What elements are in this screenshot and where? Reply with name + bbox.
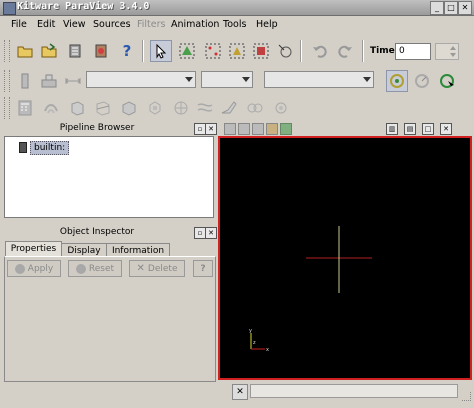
reset-icon (75, 263, 86, 274)
delete-icon: ✕ (136, 263, 145, 274)
help-button[interactable]: ? (193, 260, 213, 277)
toolbar-grip[interactable] (4, 40, 10, 62)
component-dropdown[interactable] (201, 71, 253, 88)
camera-view-icon[interactable] (238, 123, 250, 135)
extract-level-icon[interactable] (270, 97, 292, 119)
pipeline-browser-title: Pipeline Browser (59, 123, 135, 133)
menu-edit[interactable]: Edit (37, 19, 55, 30)
redo-icon[interactable] (334, 40, 356, 62)
menu-help[interactable]: Help (256, 19, 278, 30)
contour-filter-icon[interactable] (40, 97, 62, 119)
menu-animation[interactable]: Animation (171, 19, 219, 30)
menu-sources[interactable]: Sources (93, 19, 131, 30)
select-cells-on-icon[interactable] (176, 40, 198, 62)
pipeline-tree[interactable]: builtin: (4, 136, 214, 218)
toolbar-separator (300, 40, 302, 62)
close-panel-icon[interactable]: ✕ (205, 227, 217, 239)
close-panel-icon[interactable]: ✕ (205, 123, 217, 135)
time-value: 0 (399, 46, 405, 56)
slice-filter-icon[interactable] (92, 97, 114, 119)
menu-view[interactable]: View (63, 19, 86, 30)
close-button[interactable]: ✕ (458, 1, 472, 15)
apply-button[interactable]: Apply (7, 260, 61, 277)
select-cells-through-icon[interactable] (226, 40, 248, 62)
maximize-button[interactable]: □ (444, 1, 458, 15)
app-icon (3, 2, 16, 15)
rescale-range-icon[interactable] (62, 70, 84, 92)
load-state-icon[interactable] (64, 40, 86, 62)
render-canvas: y x z (249, 226, 372, 353)
warp-vector-icon[interactable] (218, 97, 240, 119)
open-file-icon[interactable] (14, 40, 36, 62)
undo-icon[interactable] (309, 40, 331, 62)
reset-button[interactable]: Reset (68, 260, 122, 277)
main-toolbar: ? Time: 0 (0, 36, 474, 66)
display-toolbar (0, 66, 474, 96)
color-map-editor-icon[interactable] (38, 70, 60, 92)
close-view-icon[interactable]: ✕ (440, 123, 452, 135)
render-view[interactable]: y x z (218, 136, 472, 380)
window-title-bar[interactable]: Kitware ParaView 3.4.0 _ □ ✕ (0, 0, 474, 16)
color-by-dropdown[interactable] (86, 71, 196, 88)
toolbar-separator (362, 40, 364, 62)
toolbar-grip[interactable] (4, 97, 10, 119)
minimize-button[interactable]: _ (430, 1, 444, 15)
open-recent-icon[interactable] (38, 40, 60, 62)
select-block-icon[interactable] (250, 40, 272, 62)
show-center-icon[interactable] (411, 70, 433, 92)
split-horizontal-icon[interactable]: ▥ (386, 123, 398, 135)
center-axes-icon[interactable] (386, 70, 408, 92)
maximize-view-icon[interactable]: □ (422, 123, 434, 135)
color-legend-icon[interactable] (14, 70, 36, 92)
interact-mode-icon[interactable] (150, 40, 172, 62)
capture-icon[interactable] (266, 123, 278, 135)
object-inspector-title: Object Inspector (59, 227, 135, 237)
clip-filter-icon[interactable] (66, 97, 88, 119)
split-vertical-icon[interactable]: ▤ (404, 123, 416, 135)
lookmark-icon[interactable] (252, 123, 264, 135)
time-input[interactable]: 0 (395, 43, 431, 60)
status-clear-icon[interactable]: ✕ (232, 384, 248, 400)
apply-icon (14, 263, 25, 274)
window-title: Kitware ParaView 3.4.0 (17, 1, 150, 12)
properties-page: Apply Reset ✕ Delete ? (4, 256, 216, 382)
menu-file[interactable]: File (11, 19, 27, 30)
view-toolbar: ▥ ▤ □ ✕ (218, 122, 474, 136)
pipeline-item-builtin[interactable]: builtin: (30, 141, 70, 155)
camera-reset-icon[interactable] (224, 123, 236, 135)
time-spinbox[interactable] (435, 43, 459, 60)
glyph-filter-icon[interactable] (170, 97, 192, 119)
progress-bar (250, 384, 458, 398)
server-icon (19, 142, 27, 153)
size-grip[interactable] (462, 392, 471, 401)
status-bar: ✕ (0, 382, 474, 408)
group-datasets-icon[interactable] (244, 97, 266, 119)
menu-bar: File Edit View Sources Filters Animation… (0, 16, 474, 34)
pipeline-browser-panel: Pipeline Browser ▫ ✕ builtin: (2, 122, 217, 222)
representation-dropdown[interactable] (264, 71, 374, 88)
menu-tools[interactable]: Tools (223, 19, 246, 30)
common-filters-toolbar (0, 93, 474, 123)
view-settings-icon[interactable] (280, 123, 292, 135)
calculator-filter-icon[interactable] (14, 97, 36, 119)
toolbar-grip[interactable] (4, 70, 10, 92)
orientation-axis-y-label: y (249, 328, 252, 334)
threshold-filter-icon[interactable] (118, 97, 140, 119)
stream-tracer-icon[interactable] (194, 97, 216, 119)
reset-center-icon[interactable] (436, 70, 458, 92)
menu-filters[interactable]: Filters (137, 19, 165, 30)
pick-center-icon[interactable] (274, 40, 296, 62)
delete-button[interactable]: ✕ Delete (129, 260, 185, 277)
toolbar-separator (142, 40, 144, 62)
orientation-axis-z-label: z (253, 340, 256, 346)
extract-subset-icon[interactable] (144, 97, 166, 119)
save-state-icon[interactable] (90, 40, 112, 62)
select-points-on-icon[interactable] (202, 40, 224, 62)
orientation-axis-x-label: x (266, 347, 269, 353)
help-icon[interactable]: ? (116, 40, 138, 62)
